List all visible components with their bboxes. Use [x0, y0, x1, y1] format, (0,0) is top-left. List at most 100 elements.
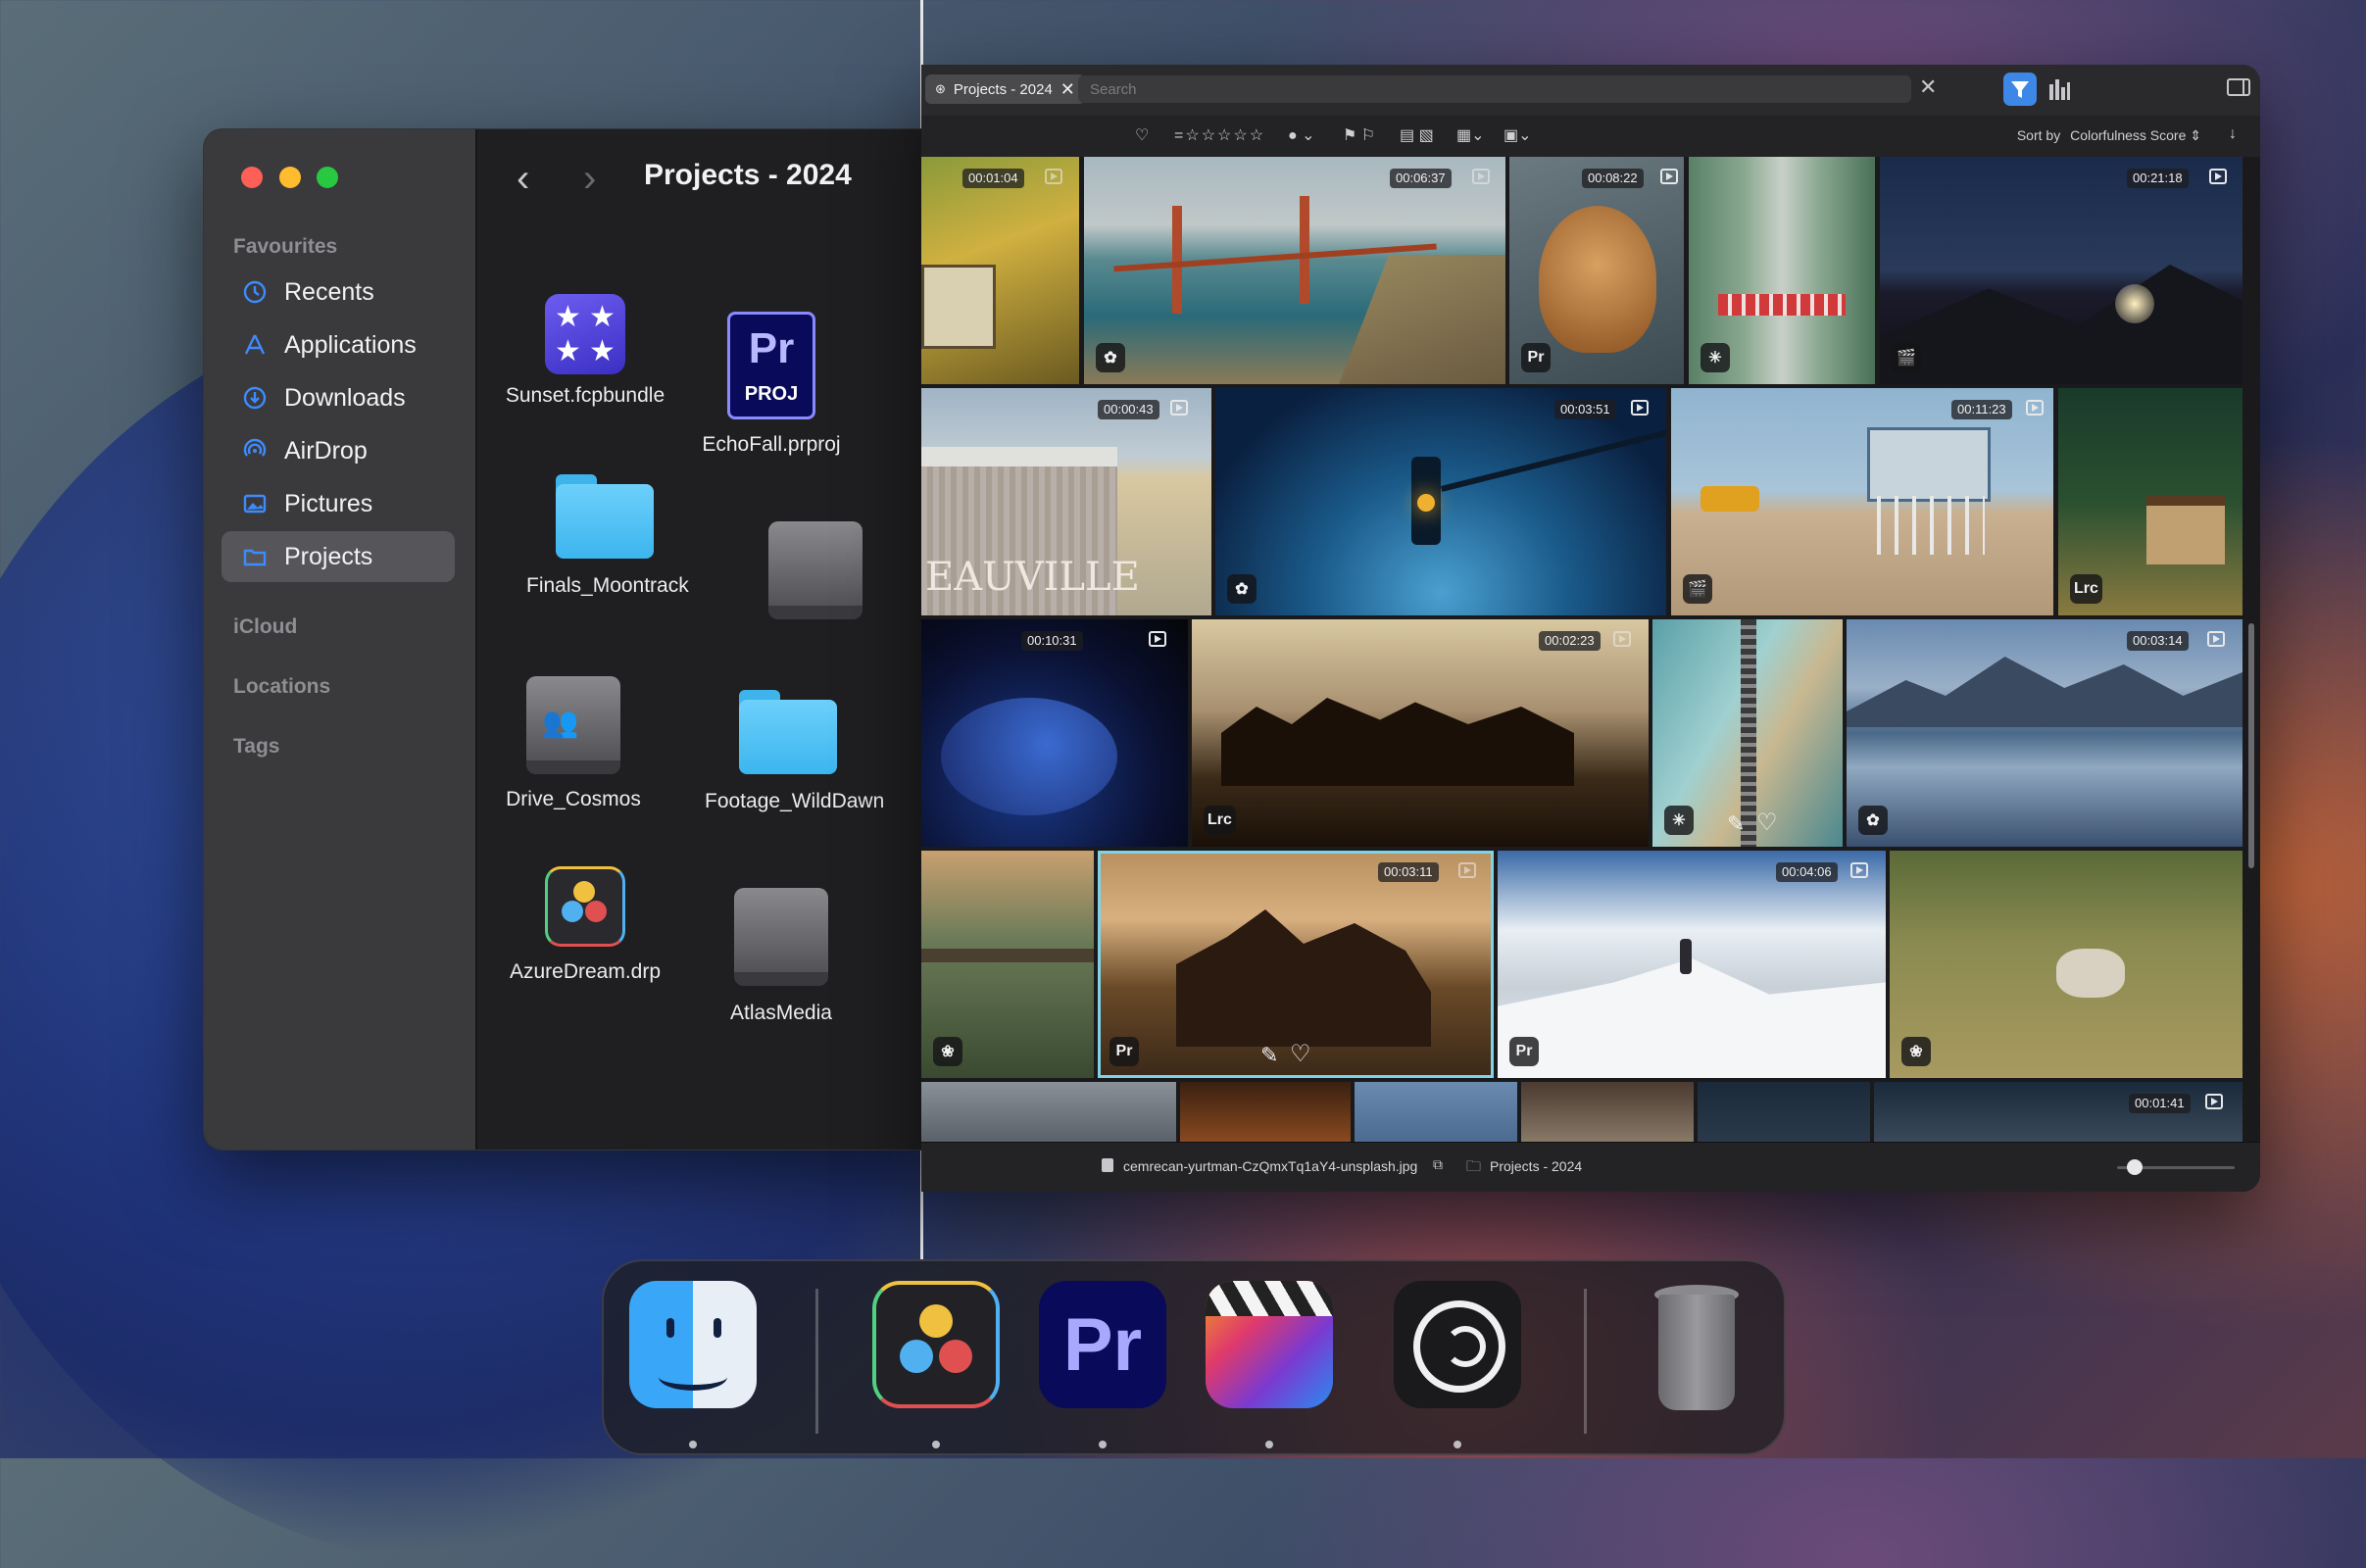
file-item[interactable]: Pr PROJ EchoFall.prproj — [683, 312, 860, 457]
duration-badge: 00:03:14 — [2127, 631, 2189, 651]
file-item[interactable]: AtlasMedia — [713, 888, 850, 1025]
dock: Pr — [602, 1259, 1786, 1455]
asterisk-badge-icon: ✳ — [1701, 343, 1730, 372]
tags-heading[interactable]: Tags — [233, 735, 279, 759]
camera-app-icon[interactable] — [1394, 1281, 1521, 1408]
status-bar: cemrecan-yurtman-CzQmxTq1aY4-unsplash.jp… — [921, 1142, 2260, 1192]
sidebar-item-pictures[interactable]: Pictures — [222, 478, 455, 529]
thumbnail[interactable]: 00:01:41 — [1874, 1082, 2243, 1143]
zoom-button[interactable] — [317, 167, 338, 188]
sidebar-item-airdrop[interactable]: AirDrop — [222, 425, 455, 476]
back-chevron-icon[interactable]: ‹ — [517, 157, 529, 201]
finder-icon[interactable] — [629, 1281, 757, 1408]
file-item[interactable] — [762, 521, 869, 619]
color-label-dropdown[interactable]: ● ⌄ — [1288, 125, 1315, 145]
thumbnail[interactable]: 00:03:14 ✿ — [1847, 619, 2243, 847]
duration-badge: 00:01:41 — [2129, 1094, 2191, 1113]
thumbnail[interactable]: 00:08:22 Pr — [1509, 157, 1684, 384]
filter-button[interactable] — [2003, 73, 2037, 106]
view-mode-icon[interactable]: ▤ ▧ — [1400, 125, 1434, 145]
resolve-badge-icon: ✿ — [1096, 343, 1125, 372]
final-cut-pro-icon[interactable] — [1206, 1281, 1333, 1408]
file-item[interactable]: ★ ★ ★ ★ Sunset.fcpbundle — [497, 294, 673, 408]
rating-filter-stars[interactable]: =☆☆☆☆☆ — [1174, 125, 1265, 145]
heart-icon[interactable]: ♡ — [1135, 125, 1149, 145]
thumbnail[interactable]: ❀ — [1890, 851, 2243, 1078]
duration-badge: 00:00:43 — [1098, 400, 1159, 419]
thumbnail-size-slider[interactable] — [2117, 1159, 2235, 1175]
clear-search-icon[interactable]: ✕ — [1919, 74, 1937, 100]
thumbnail[interactable]: ✳ — [1689, 157, 1875, 384]
premiere-pro-icon[interactable]: Pr — [1039, 1281, 1166, 1408]
file-item[interactable]: 👥 Drive_Cosmos — [495, 676, 652, 811]
pictures-icon — [241, 490, 269, 517]
thumbnail[interactable]: EAUVILLE 00:00:43 — [921, 388, 1211, 615]
file-item[interactable]: Footage_WildDawn — [705, 690, 884, 813]
sort-direction-icon[interactable]: ↓ — [2229, 125, 2237, 143]
heart-icon[interactable]: ♡ — [1290, 1040, 1311, 1068]
search-input[interactable]: Search — [1078, 75, 1911, 103]
forward-chevron-icon[interactable]: › — [583, 157, 596, 201]
duration-badge: 00:08:22 — [1582, 169, 1644, 188]
sidebar-item-applications[interactable]: Applications — [222, 319, 455, 370]
histogram-icon[interactable] — [2046, 76, 2072, 107]
thumbnail[interactable] — [921, 1082, 1176, 1143]
layout-dropdown-icon[interactable]: ▦⌄ — [1456, 125, 1485, 145]
flag-icon[interactable]: ⚑ ⚐ — [1343, 125, 1375, 145]
sort-value: Colorfulness Score — [2070, 127, 2187, 143]
davinci-resolve-icon[interactable] — [872, 1281, 1000, 1408]
sidebar-item-downloads[interactable]: Downloads — [222, 372, 455, 423]
image-type-dropdown-icon[interactable]: ▣⌄ — [1503, 125, 1532, 145]
icloud-heading[interactable]: iCloud — [233, 615, 297, 639]
resolve-project-icon — [545, 866, 625, 947]
sidebar-item-label: Downloads — [284, 383, 406, 412]
thumbnail[interactable]: 00:02:23 Lrc — [1192, 619, 1649, 847]
tab-label: Projects - 2024 — [953, 80, 1053, 98]
edit-icon[interactable]: ✎ — [1260, 1043, 1278, 1068]
sort-control[interactable]: Sort by Colorfulness Score ⇕ — [2017, 127, 2201, 144]
minimize-button[interactable] — [279, 167, 301, 188]
folder-icon: 🗀 — [1466, 1158, 1482, 1175]
slider-knob[interactable] — [2127, 1159, 2143, 1175]
thumbnail[interactable] — [1180, 1082, 1351, 1143]
thumbnail[interactable]: 00:01:04 — [921, 157, 1079, 384]
close-button[interactable] — [241, 167, 263, 188]
dock-separator — [1584, 1289, 1587, 1434]
sidebar-item-projects[interactable]: Projects — [222, 531, 455, 582]
thumbnail[interactable]: 00:11:23 🎬 — [1671, 388, 2053, 615]
thumbnail[interactable]: ✳ ✎ ♡ — [1652, 619, 1843, 847]
locations-heading[interactable]: Locations — [233, 675, 330, 699]
thumbnail[interactable]: 00:03:51 ✿ — [1215, 388, 1666, 615]
tab-projects-2024[interactable]: ⊛ Projects - 2024 ✕ — [925, 74, 1085, 104]
sidebar-toggle-icon[interactable] — [2227, 78, 2250, 96]
file-item[interactable]: Finals_Moontrack — [526, 474, 689, 598]
thumbnail[interactable] — [1355, 1082, 1517, 1143]
status-filename[interactable]: cemrecan-yurtman-CzQmxTq1aY4-unsplash.jp… — [1123, 1158, 1417, 1174]
video-icon — [1045, 169, 1062, 184]
thumbnail[interactable]: 00:04:06 Pr — [1498, 851, 1886, 1078]
flower-badge-icon: ❀ — [1901, 1037, 1931, 1066]
premiere-project-icon: Pr PROJ — [727, 312, 815, 419]
thumbnail[interactable]: 00:10:31 — [921, 619, 1188, 847]
edit-icon[interactable]: ✎ — [1727, 811, 1745, 837]
thumbnail[interactable]: Lrc — [2058, 388, 2243, 615]
thumbnail-selected[interactable]: 00:03:11 Pr ✎ ♡ — [1098, 851, 1494, 1078]
duration-badge: 00:01:04 — [962, 169, 1024, 188]
thumbnail[interactable]: 00:21:18 🎬 — [1880, 157, 2243, 384]
finder-content: ‹ › Projects - 2024 ★ ★ ★ ★ Sunset.fcpbundl… — [477, 129, 922, 1150]
close-tab-icon[interactable]: ✕ — [1060, 79, 1075, 100]
thumbnail[interactable]: 00:06:37 ✿ — [1084, 157, 1505, 384]
thumbnail[interactable] — [1698, 1082, 1870, 1143]
heart-icon[interactable]: ♡ — [1756, 808, 1778, 837]
thumbnail[interactable] — [1521, 1082, 1694, 1143]
file-item[interactable]: AzureDream.drp — [507, 866, 664, 984]
updown-chevron-icon: ⇕ — [2190, 127, 2201, 143]
reveal-icon[interactable]: ⧉ — [1433, 1156, 1443, 1173]
trash-icon[interactable] — [1633, 1281, 1760, 1410]
grid-scrollbar[interactable] — [2248, 623, 2254, 868]
video-icon — [1149, 631, 1166, 647]
proj-text: PROJ — [744, 383, 799, 405]
sidebar-item-recents[interactable]: Recents — [222, 267, 455, 318]
thumbnail[interactable]: ❀ — [921, 851, 1094, 1078]
status-path[interactable]: Projects - 2024 — [1490, 1158, 1582, 1174]
